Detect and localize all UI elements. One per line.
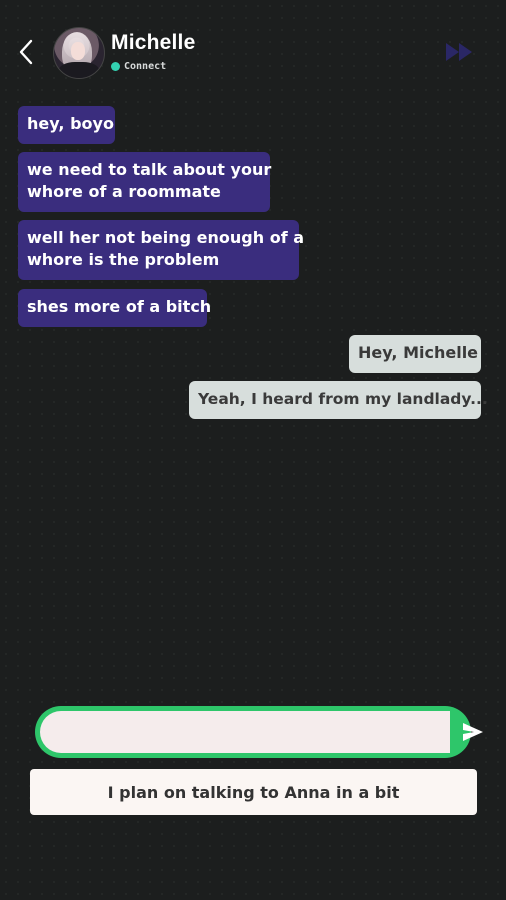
status-dot-icon <box>111 62 120 71</box>
chat-header: Michelle Connect <box>0 0 506 100</box>
message-text: whore is the problem <box>27 250 220 269</box>
chevron-left-icon <box>19 39 33 65</box>
reply-suggestion-label: I plan on talking to Anna in a bit <box>107 782 400 802</box>
avatar[interactable] <box>53 27 105 79</box>
send-button[interactable] <box>453 713 493 751</box>
message-incoming: shes more of a bitch <box>18 289 211 327</box>
message-incoming: well her not being enough of a whore is … <box>18 220 305 280</box>
message-text: shes more of a bitch <box>27 297 212 316</box>
message-text: whore of a roommate <box>27 182 221 201</box>
send-icon <box>463 723 483 741</box>
status-text: Connect <box>124 61 167 72</box>
fast-forward-button[interactable] <box>444 40 476 64</box>
message-text: Yeah, I heard from my landlady... <box>198 390 488 408</box>
message-text: we need to talk about your <box>27 160 272 179</box>
back-button[interactable] <box>12 36 40 68</box>
reply-suggestion-button[interactable]: I plan on talking to Anna in a bit <box>30 769 477 815</box>
contact-name: Michelle <box>111 31 196 54</box>
message-composer <box>35 706 483 758</box>
message-text: hey, boyo <box>27 114 114 133</box>
fast-forward-icon <box>446 43 472 61</box>
message-incoming: we need to talk about your whore of a ro… <box>18 152 272 212</box>
message-incoming: hey, boyo <box>18 106 115 144</box>
message-text: well her not being enough of a <box>27 228 305 247</box>
message-outgoing: Hey, Michelle <box>349 335 481 373</box>
message-text: Hey, Michelle <box>358 343 479 362</box>
message-input[interactable] <box>40 711 450 753</box>
message-outgoing: Yeah, I heard from my landlady... <box>189 381 488 419</box>
connection-status: Connect <box>111 61 166 72</box>
